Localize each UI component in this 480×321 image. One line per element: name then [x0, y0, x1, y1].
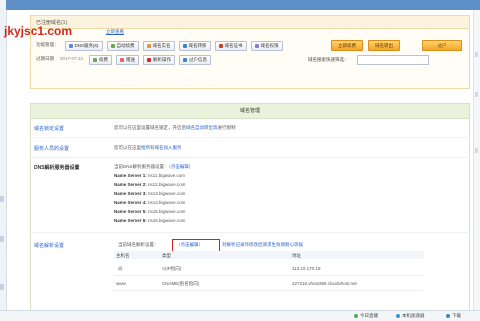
expiry-row: 过期日期 2017-07-22 续费 赠送 解析操作 过户信息: [36, 55, 212, 65]
permission-button[interactable]: 域名权限: [250, 41, 283, 51]
status-accelerator[interactable]: 本机加速器: [396, 313, 425, 319]
left-sidebar-edge: [0, 0, 7, 320]
renew-icon: [93, 58, 98, 62]
record-host: www: [116, 281, 126, 286]
table-row-divider: [114, 290, 424, 291]
transfer-icon: [182, 44, 187, 48]
name-server-2: Name Server 2: ns12.bigwave.com: [114, 182, 186, 187]
search-input[interactable]: [357, 55, 429, 65]
dns-setting-label: DNS解析服务器设置: [34, 165, 80, 171]
column-host: 主机名: [116, 253, 130, 258]
service-setting-text: 您可以在这里给所有域名加入服务: [114, 145, 182, 150]
resolve-icon: [147, 58, 152, 62]
resolve-tip: 对解析记录作修改后请求生效请耐心等候: [222, 242, 303, 247]
domain-summary-panel: 已注册域名(1): [30, 15, 470, 89]
dns-intro: 当前DNS解析服务器设置：（点击编辑）: [114, 164, 194, 169]
domain-name[interactable]: jkyjsc1.com: [4, 24, 72, 38]
function-label: 功能管理：: [36, 42, 59, 47]
lock-icon: [254, 44, 259, 48]
row-divider: [30, 137, 468, 138]
domain-management-section: 域名管理: [30, 103, 470, 315]
section-title: 域名管理: [31, 104, 469, 119]
transfer-out-button[interactable]: 域名转出: [368, 40, 400, 51]
column-address: 地址: [292, 253, 301, 258]
gift-icon: [120, 58, 125, 62]
name-server-1: Name Server 1: ns11.bigwave.com: [114, 173, 185, 178]
status-live[interactable]: 今日直播: [354, 313, 378, 319]
sidebar-marker: [0, 236, 4, 242]
auto-renew-button[interactable]: 自动续费: [106, 41, 139, 51]
top-navigation-bar: [6, 0, 480, 10]
name-server-3: Name Server 3: ns13.bigwave.com: [114, 191, 186, 196]
resolve-operation-button[interactable]: 解析操作: [143, 55, 176, 65]
sidebar-marker: [0, 196, 4, 202]
record-address: 113.10.170.19: [292, 266, 321, 271]
id-icon: [146, 44, 151, 48]
name-server-6: Name Server 6: ns16.bigwave.com: [114, 218, 186, 223]
lock-setting-label[interactable]: 域名锁定设置: [34, 125, 64, 132]
rail-tick: [475, 92, 478, 97]
info-icon: [183, 58, 188, 62]
rail-tick: [475, 52, 478, 57]
column-type: 类型: [162, 253, 171, 258]
resolve-intro: 当前域名解析设置：: [118, 242, 159, 247]
search-label: 域名搜索快速筛选：: [308, 57, 349, 62]
record-type: A(IP指向): [162, 266, 182, 271]
panel-header: 已注册域名(1): [31, 16, 469, 29]
expiry-label: 过期日期: [36, 56, 54, 61]
dns-service-button[interactable]: DNS服务(6): [64, 41, 103, 51]
renew-button[interactable]: 续费: [89, 55, 113, 65]
ownership-transfer-button[interactable]: 过户: [422, 40, 462, 51]
service-setting-label[interactable]: 服务人员的设置: [34, 145, 69, 152]
domain-view-link[interactable]: 立即查看: [106, 29, 124, 35]
live-icon: [354, 314, 358, 318]
row-divider: [30, 157, 468, 158]
certificate-button[interactable]: 域名证书: [214, 41, 247, 51]
dns-icon: [68, 44, 73, 48]
renew-icon: [110, 44, 115, 48]
lock-setting-link[interactable]: 域名自动转出等: [186, 125, 218, 130]
name-server-4: Name Server 4: ns14.bigwave.com: [114, 200, 186, 205]
function-button-row: 功能管理： DNS服务(6) 自动续费 域名实名 域名转移 域名证书 域名权限: [36, 41, 283, 51]
record-host: @: [118, 266, 123, 271]
ownership-info-button[interactable]: 过户信息: [179, 55, 212, 65]
expiry-date: 2017-07-22: [60, 56, 84, 61]
name-server-5: Name Server 5: ns15.bigwave.com: [114, 209, 186, 214]
row-divider: [30, 232, 468, 233]
right-scroll-rail[interactable]: [473, 10, 480, 310]
transfer-button[interactable]: 域名转移: [178, 41, 211, 51]
record-address: 227216.vhost396.cloudvhost.net: [292, 281, 357, 286]
gift-button[interactable]: 赠送: [116, 55, 140, 65]
dns-edit-link[interactable]: （点击编辑）: [169, 164, 194, 169]
rail-tick: [475, 148, 478, 153]
accelerator-icon: [396, 314, 400, 318]
resolve-setting-label[interactable]: 域名解析设置: [34, 242, 64, 249]
renew-now-button[interactable]: 立即续费: [331, 40, 363, 51]
table-row-divider: [114, 275, 424, 276]
lock-setting-text: 您可以在这里设置域名锁定，开启后域名自动转出等进行限制: [114, 125, 236, 130]
record-type: CNAME(别名指向): [162, 281, 200, 286]
download-icon: [446, 314, 450, 318]
certificate-icon: [218, 44, 223, 48]
sidebar-marker: [0, 284, 4, 290]
browser-status-bar: 今日直播 本机加速器 下载: [0, 310, 480, 321]
status-download[interactable]: 下载: [446, 313, 461, 319]
service-setting-link[interactable]: 给所有域名加入服务: [141, 145, 182, 150]
real-name-button[interactable]: 域名实名: [142, 41, 175, 51]
records-table-header: [114, 251, 424, 259]
